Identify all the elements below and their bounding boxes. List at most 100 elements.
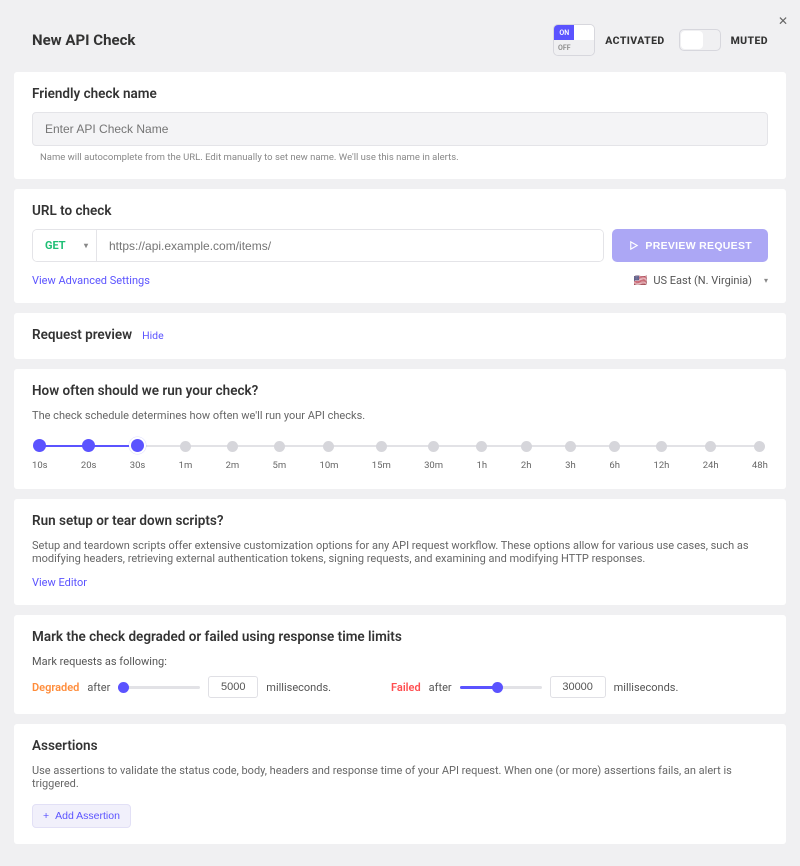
preview-request-label: PREVIEW REQUEST [645,240,752,252]
tick-label: 48h [752,460,768,471]
card-scripts: Run setup or tear down scripts? Setup an… [14,499,786,605]
chevron-down-icon: ▾ [764,276,768,285]
schedule-tick-10m[interactable]: 10m [319,441,338,471]
ms-label: milliseconds. [266,681,331,694]
page-title: New API Check [32,31,539,49]
degraded-slider[interactable] [118,682,200,692]
chevron-down-icon: ▾ [84,241,88,250]
tick-label: 15m [372,460,391,471]
schedule-tick-24h[interactable]: 24h [703,441,719,471]
toggle-off-label: OFF [554,40,574,55]
tick-label: 5m [273,460,287,471]
degraded-label: Degraded [32,681,79,694]
view-editor-link[interactable]: View Editor [32,576,87,589]
tick-label: 24h [703,460,719,471]
plus-icon: + [43,810,49,822]
schedule-tick-1m[interactable]: 1m [179,441,193,471]
schedule-tick-10s[interactable]: 10s [32,440,48,471]
schedule-tick-20s[interactable]: 20s [81,440,97,471]
http-method-value: GET [45,239,66,252]
card-schedule: How often should we run your check? The … [14,369,786,489]
toggle-blank [574,40,594,55]
scripts-desc: Setup and teardown scripts offer extensi… [32,539,768,565]
page-container: New API Check ON OFF ACTIVATED MUTED [14,12,786,844]
schedule-tick-1h[interactable]: 1h [476,441,487,471]
play-icon [628,240,639,251]
tick-label: 6h [609,460,620,471]
degraded-block: Degraded after milliseconds. [32,676,331,698]
schedule-tick-3h[interactable]: 3h [565,441,576,471]
schedule-tick-48h[interactable]: 48h [752,441,768,471]
add-assertion-button[interactable]: + Add Assertion [32,804,131,828]
tick-dot [754,441,765,452]
muted-toggle[interactable] [679,29,721,51]
card-limits: Mark the check degraded or failed using … [14,615,786,714]
region-select[interactable]: 🇺🇸 US East (N. Virginia) ▾ [634,274,768,287]
failed-value-input[interactable] [550,676,606,698]
tick-label: 1h [477,460,488,471]
schedule-tick-5m[interactable]: 5m [273,441,287,471]
close-button[interactable]: ✕ [778,14,788,28]
name-hint: Name will autocomplete from the URL. Edi… [32,152,768,163]
card-assertions: Assertions Use assertions to validate th… [14,724,786,844]
add-assertion-label: Add Assertion [55,810,120,822]
tick-dot [274,441,285,452]
card-friendly-name: Friendly check name Name will autocomple… [14,72,786,179]
tick-dot [705,441,716,452]
tick-label: 30m [424,460,443,471]
friendly-name-heading: Friendly check name [32,86,768,102]
muted-label: MUTED [731,34,768,47]
activated-label: ACTIVATED [605,34,664,47]
url-input[interactable] [97,230,603,261]
tick-dot [428,441,439,452]
schedule-tick-15m[interactable]: 15m [372,441,391,471]
failed-block: Failed after milliseconds. [391,676,678,698]
schedule-slider[interactable]: 10s 20s 30s 1m 2m 5m 10m 15m 30m 1h 2h 3h 6h 12h 24h 48… [32,432,768,473]
tick-dot [227,441,238,452]
card-request-preview: Request preview Hide [14,313,786,359]
schedule-tick-6h[interactable]: 6h [609,441,620,471]
schedule-desc: The check schedule determines how often … [32,409,768,422]
ms-label: milliseconds. [614,681,679,694]
tick-dot [565,441,576,452]
http-method-select[interactable]: GET ▾ [33,230,97,261]
url-heading: URL to check [32,203,768,219]
schedule-tick-30m[interactable]: 30m [424,441,443,471]
scripts-heading: Run setup or tear down scripts? [32,513,768,529]
tick-label: 12h [654,460,670,471]
tick-label: 10s [32,460,48,471]
limits-heading: Mark the check degraded or failed using … [32,629,768,645]
tick-dot [376,441,387,452]
degraded-value-input[interactable] [208,676,258,698]
check-name-input[interactable] [32,112,768,146]
url-box: GET ▾ [32,229,604,262]
schedule-heading: How often should we run your check? [32,383,768,399]
muted-toggle-wrap: MUTED [679,29,768,51]
tick-dot [609,441,620,452]
tick-label: 2m [226,460,240,471]
tick-dot [131,439,144,452]
advanced-settings-link[interactable]: View Advanced Settings [32,274,150,287]
preview-request-button[interactable]: PREVIEW REQUEST [612,229,768,262]
after-label: after [87,681,110,694]
tick-label: 20s [81,460,97,471]
schedule-tick-2h[interactable]: 2h [521,441,532,471]
failed-label: Failed [391,681,421,694]
tick-label: 30s [130,460,146,471]
schedule-tick-30s[interactable]: 30s [130,440,146,471]
muted-toggle-knob [681,31,703,49]
card-url: URL to check GET ▾ PREVIEW REQUEST View … [14,189,786,303]
schedule-tick-12h[interactable]: 12h [654,441,670,471]
assertions-desc: Use assertions to validate the status co… [32,764,768,790]
request-preview-heading: Request preview [32,327,132,343]
toggle-knob [574,25,594,40]
tick-dot [656,441,667,452]
us-flag-icon: 🇺🇸 [634,274,648,287]
hide-preview-link[interactable]: Hide [142,329,164,342]
schedule-tick-2m[interactable]: 2m [226,441,240,471]
activated-toggle[interactable]: ON OFF [553,24,595,56]
tick-label: 1m [179,460,193,471]
tick-label: 10m [319,460,338,471]
assertions-heading: Assertions [32,738,768,754]
failed-slider[interactable] [460,682,542,692]
